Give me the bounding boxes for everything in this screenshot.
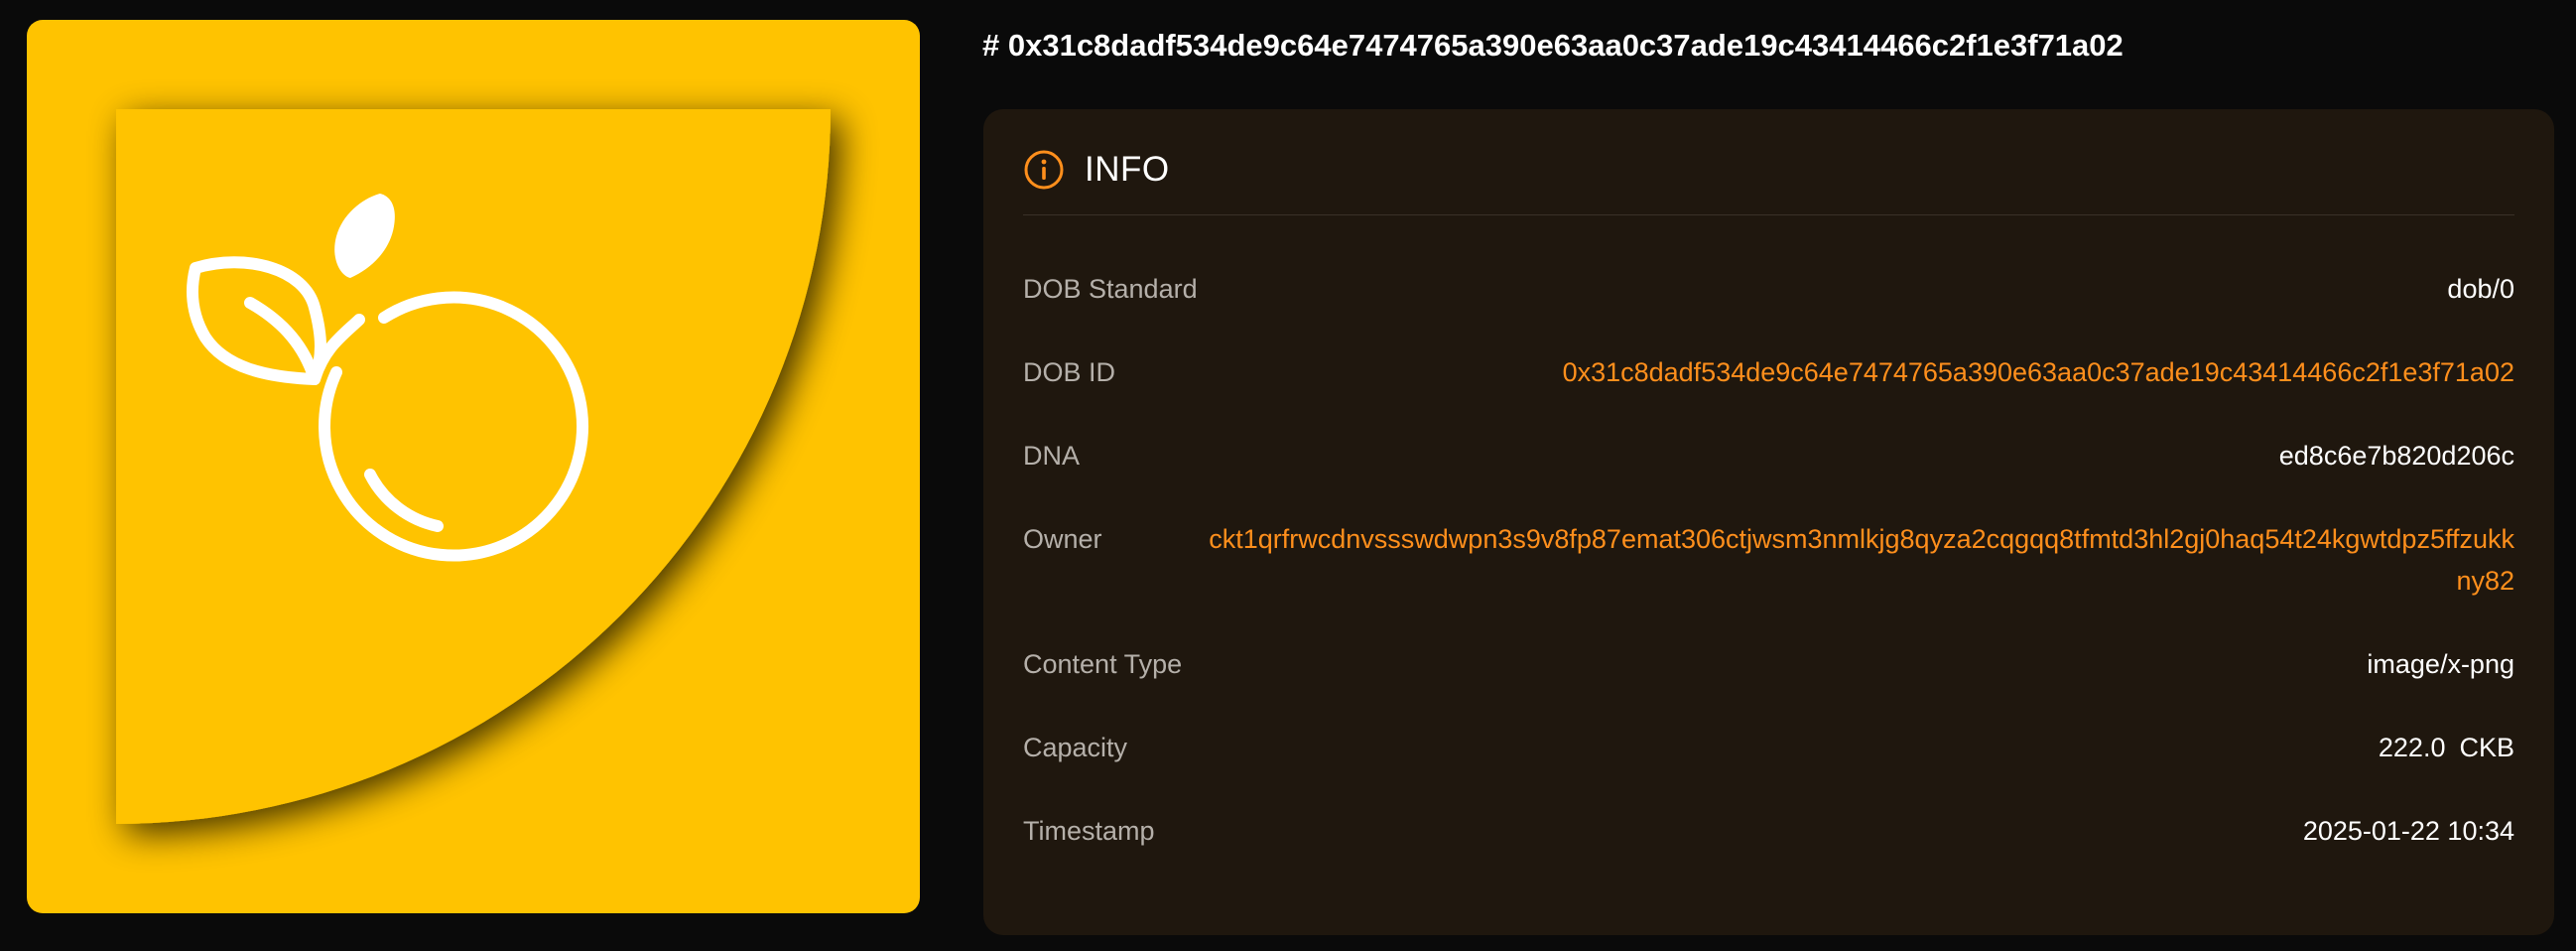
info-label: DOB ID <box>1023 357 1116 387</box>
info-circle-icon <box>1024 150 1064 190</box>
info-label: Timestamp <box>1023 816 1155 846</box>
info-row-dob-standard: DOB Standard dob/0 <box>1023 268 2514 310</box>
capacity-amount: 222.0 <box>2378 733 2446 762</box>
info-row-owner: Owner ckt1qrfrwcdnvssswdwpn3s9v8fp87emat… <box>1023 518 2514 602</box>
info-header: INFO <box>1023 149 2514 215</box>
info-label: Capacity <box>1023 733 1128 762</box>
dob-standard-value: dob/0 <box>2447 274 2514 304</box>
dob-id-link[interactable]: 0x31c8dadf534de9c64e7474765a390e63aa0c37… <box>1563 351 2514 393</box>
timestamp-value: 2025-01-22 10:34 <box>2302 816 2514 846</box>
info-label: DNA <box>1023 441 1081 471</box>
info-row-timestamp: Timestamp 2025-01-22 10:34 <box>1023 810 2514 852</box>
capacity-value: 222.0 CKB <box>2379 727 2514 768</box>
owner-address-link[interactable]: ckt1qrfrwcdnvssswdwpn3s9v8fp87emat306ctj… <box>1205 518 2514 602</box>
info-rows: DOB Standard dob/0 DOB ID 0x31c8dadf534d… <box>1023 268 2514 852</box>
orange-fruit-icon <box>116 109 831 824</box>
info-row-dna: DNA ed8c6e7b820d206c <box>1023 435 2514 476</box>
info-label: Owner <box>1023 524 1102 554</box>
content-type-value: image/x-png <box>2367 649 2514 679</box>
info-label: Content Type <box>1023 649 1183 679</box>
info-row-content-type: Content Type image/x-png <box>1023 643 2514 685</box>
info-row-dob-id: DOB ID 0x31c8dadf534de9c64e7474765a390e6… <box>1023 351 2514 393</box>
info-heading: INFO <box>1085 150 1170 189</box>
dob-artwork <box>27 20 920 913</box>
dob-title: # 0x31c8dadf534de9c64e7474765a390e63aa0c… <box>982 28 2124 63</box>
info-row-capacity: Capacity 222.0 CKB <box>1023 727 2514 768</box>
info-label: DOB Standard <box>1023 274 1198 304</box>
capacity-unit: CKB <box>2459 733 2514 762</box>
dob-detail-page: # 0x31c8dadf534de9c64e7474765a390e63aa0c… <box>0 0 2576 951</box>
info-card: INFO DOB Standard dob/0 DOB ID 0x31c8dad… <box>983 109 2554 935</box>
dna-value: ed8c6e7b820d206c <box>2278 441 2514 471</box>
